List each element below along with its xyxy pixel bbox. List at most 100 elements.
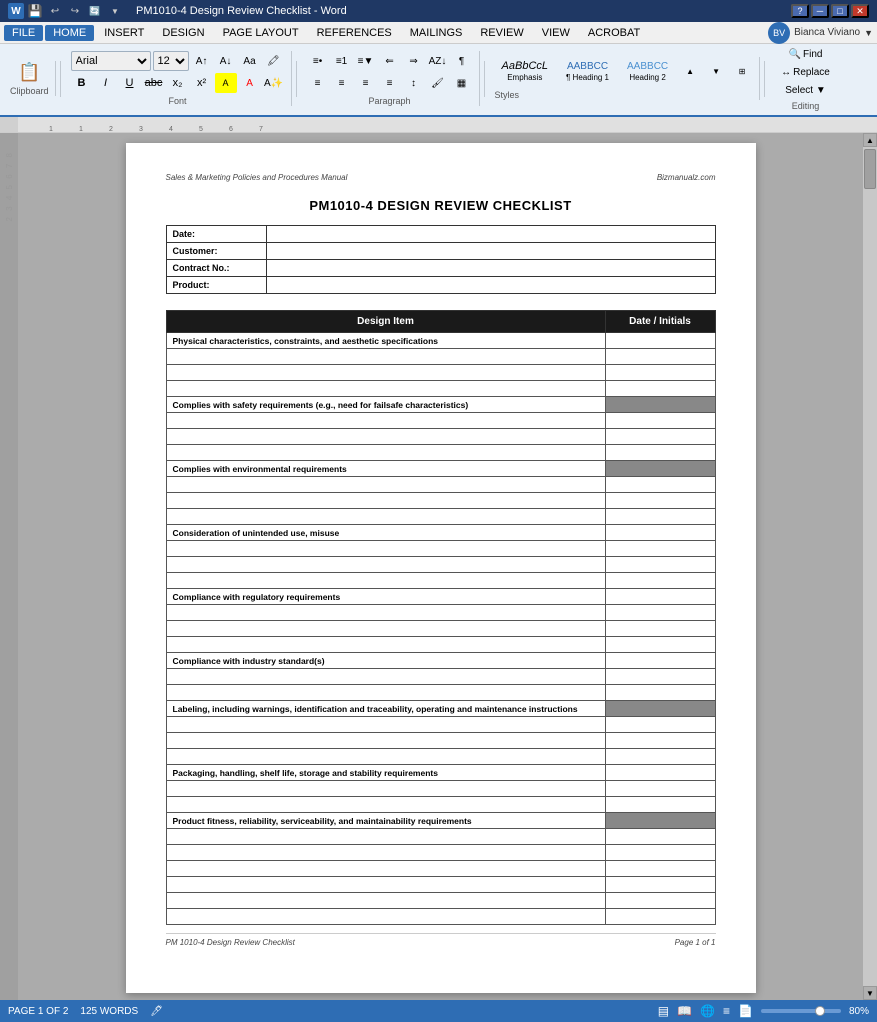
date-initials-cell[interactable] xyxy=(605,445,715,461)
minimize-button[interactable]: ─ xyxy=(811,4,829,18)
date-initials-cell[interactable] xyxy=(605,621,715,637)
date-initials-cell[interactable] xyxy=(605,605,715,621)
date-initials-cell[interactable] xyxy=(605,381,715,397)
paste-button[interactable]: 📋 xyxy=(13,61,45,84)
select-button[interactable]: Select ▼ xyxy=(779,82,831,99)
show-hide-button[interactable]: ¶ xyxy=(451,51,473,71)
menu-references[interactable]: REFERENCES xyxy=(309,25,400,41)
menu-review[interactable]: REVIEW xyxy=(472,25,531,41)
bold-button[interactable]: B xyxy=(71,73,93,93)
date-initials-cell[interactable] xyxy=(605,477,715,493)
styles-expand[interactable]: ⊞ xyxy=(731,61,753,81)
text-effect-button[interactable]: A✨ xyxy=(263,73,285,93)
increase-indent-button[interactable]: ⇒ xyxy=(403,51,425,71)
multilevel-list-button[interactable]: ≡▼ xyxy=(355,51,377,71)
product-value[interactable] xyxy=(266,277,715,294)
clear-format-button[interactable]: 🖍 xyxy=(263,51,285,71)
date-initials-cell[interactable] xyxy=(605,653,715,669)
date-initials-cell[interactable] xyxy=(605,765,715,781)
maximize-button[interactable]: □ xyxy=(831,4,849,18)
bullets-button[interactable]: ≡• xyxy=(307,51,329,71)
date-initials-cell[interactable] xyxy=(605,349,715,365)
date-initials-cell[interactable] xyxy=(605,573,715,589)
zoom-slider[interactable] xyxy=(761,1009,841,1013)
menu-page-layout[interactable]: PAGE LAYOUT xyxy=(215,25,307,41)
font-size-select[interactable]: 12 xyxy=(153,51,189,71)
redo-button[interactable]: ↪ xyxy=(66,2,84,20)
user-dropdown[interactable]: ▼ xyxy=(864,28,873,38)
menu-insert[interactable]: INSERT xyxy=(96,25,152,41)
align-right-button[interactable]: ≡ xyxy=(355,73,377,93)
date-initials-cell[interactable] xyxy=(605,493,715,509)
date-initials-cell[interactable] xyxy=(605,909,715,925)
date-initials-cell[interactable] xyxy=(605,557,715,573)
date-value[interactable] xyxy=(266,226,715,243)
date-initials-cell[interactable] xyxy=(605,461,715,477)
date-initials-cell[interactable] xyxy=(605,717,715,733)
menu-acrobat[interactable]: ACROBAT xyxy=(580,25,648,41)
date-initials-cell[interactable] xyxy=(605,589,715,605)
date-initials-cell[interactable] xyxy=(605,701,715,717)
strikethrough-button[interactable]: abc xyxy=(143,73,165,93)
align-center-button[interactable]: ≡ xyxy=(331,73,353,93)
menu-view[interactable]: VIEW xyxy=(534,25,578,41)
underline-button[interactable]: U xyxy=(119,73,141,93)
refresh-button[interactable]: 🔄 xyxy=(86,2,104,20)
menu-mailings[interactable]: MAILINGS xyxy=(402,25,471,41)
date-initials-cell[interactable] xyxy=(605,637,715,653)
sort-button[interactable]: AZ↓ xyxy=(427,51,449,71)
border-button[interactable]: ▦ xyxy=(451,73,473,93)
date-initials-cell[interactable] xyxy=(605,781,715,797)
date-initials-cell[interactable] xyxy=(605,797,715,813)
subscript-button[interactable]: x₂ xyxy=(167,73,189,93)
justify-button[interactable]: ≡ xyxy=(379,73,401,93)
scrollbar[interactable]: ▲ ▼ xyxy=(863,133,877,1000)
view-normal[interactable]: ▤ xyxy=(658,1004,669,1018)
help-button[interactable]: ? xyxy=(791,4,809,18)
menu-home[interactable]: HOME xyxy=(45,25,94,41)
date-initials-cell[interactable] xyxy=(605,749,715,765)
grow-font-button[interactable]: A↑ xyxy=(191,51,213,71)
date-initials-cell[interactable] xyxy=(605,509,715,525)
view-draft[interactable]: 📄 xyxy=(738,1004,753,1018)
date-initials-cell[interactable] xyxy=(605,877,715,893)
qat-dropdown[interactable]: ▼ xyxy=(106,2,124,20)
find-button[interactable]: 🔍 Find xyxy=(783,46,829,63)
date-initials-cell[interactable] xyxy=(605,525,715,541)
date-initials-cell[interactable] xyxy=(605,429,715,445)
undo-button[interactable]: ↩ xyxy=(46,2,64,20)
contract-value[interactable] xyxy=(266,260,715,277)
scroll-down[interactable]: ▼ xyxy=(863,986,877,1000)
font-color-button[interactable]: A xyxy=(239,73,261,93)
scroll-thumb[interactable] xyxy=(864,149,876,189)
date-initials-cell[interactable] xyxy=(605,541,715,557)
document-area[interactable]: Sales & Marketing Policies and Procedure… xyxy=(18,133,863,1000)
superscript-button[interactable]: x² xyxy=(191,73,213,93)
font-name-select[interactable]: Arial xyxy=(71,51,151,71)
date-initials-cell[interactable] xyxy=(605,845,715,861)
line-spacing-button[interactable]: ↕ xyxy=(403,73,425,93)
replace-button[interactable]: ↔ Replace xyxy=(775,64,836,81)
styles-scroll-down[interactable]: ▼ xyxy=(705,61,727,81)
styles-scroll-up[interactable]: ▲ xyxy=(679,61,701,81)
menu-file[interactable]: FILE xyxy=(4,25,43,41)
view-outline[interactable]: ≡ xyxy=(723,1004,730,1018)
scroll-up[interactable]: ▲ xyxy=(863,133,877,147)
close-button[interactable]: ✕ xyxy=(851,4,869,18)
date-initials-cell[interactable] xyxy=(605,365,715,381)
zoom-thumb[interactable] xyxy=(815,1006,825,1016)
date-initials-cell[interactable] xyxy=(605,829,715,845)
change-case-button[interactable]: Aa xyxy=(239,51,261,71)
date-initials-cell[interactable] xyxy=(605,861,715,877)
italic-button[interactable]: I xyxy=(95,73,117,93)
date-initials-cell[interactable] xyxy=(605,685,715,701)
style-emphasis[interactable]: AaBbCcL Emphasis xyxy=(495,57,555,85)
view-web[interactable]: 🌐 xyxy=(700,1004,715,1018)
date-initials-cell[interactable] xyxy=(605,413,715,429)
menu-design[interactable]: DESIGN xyxy=(154,25,212,41)
date-initials-cell[interactable] xyxy=(605,733,715,749)
numbering-button[interactable]: ≡1 xyxy=(331,51,353,71)
shading-button[interactable]: 🖌 xyxy=(427,73,449,93)
date-initials-cell[interactable] xyxy=(605,333,715,349)
decrease-indent-button[interactable]: ⇐ xyxy=(379,51,401,71)
